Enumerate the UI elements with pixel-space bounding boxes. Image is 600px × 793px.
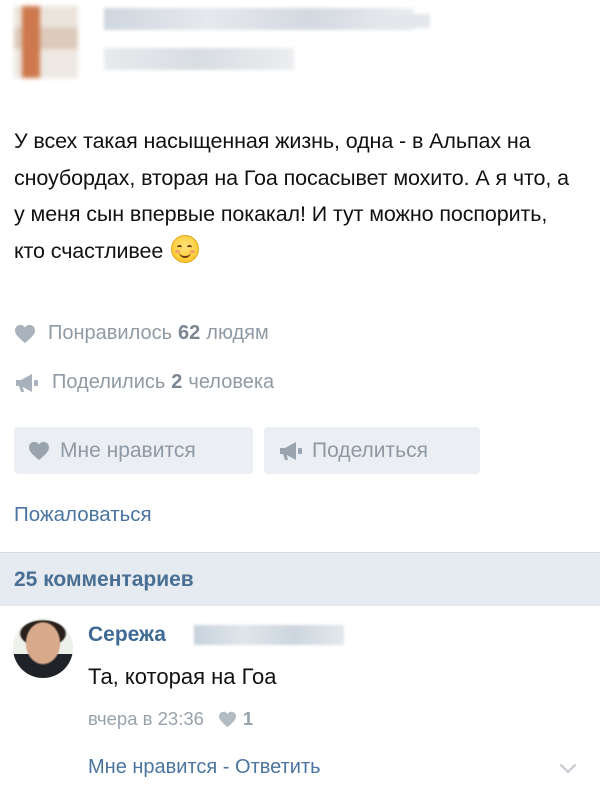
post-text-content: У всех такая насыщенная жизнь, одна - в … <box>14 129 569 263</box>
like-button[interactable]: Мне нравится <box>14 427 253 474</box>
chevron-down-icon[interactable] <box>559 759 577 777</box>
smiling-face-icon <box>171 234 200 263</box>
comment-text: Та, которая на Гоа <box>88 664 277 689</box>
comment-author-avatar[interactable] <box>13 618 73 678</box>
blurred-author-name[interactable] <box>104 8 414 30</box>
blurred-author-name-part <box>380 14 430 28</box>
blurred-author-surname[interactable] <box>194 625 344 645</box>
comment-timestamp: вчера в 23:36 <box>88 708 204 729</box>
comment-actions: Мне нравится - Ответить <box>88 756 321 779</box>
heart-icon <box>29 441 49 460</box>
share-button[interactable]: Поделиться <box>264 427 480 474</box>
shares-count: 2 <box>171 371 183 393</box>
comment-actions-separator: - <box>217 756 236 778</box>
shares-suffix: человека <box>188 371 275 393</box>
comment-meta: вчера в 23:36 1 <box>88 708 253 730</box>
comment-reply-action[interactable]: Ответить <box>235 756 321 778</box>
report-link[interactable]: Пожаловаться <box>14 503 152 527</box>
blurred-avatar[interactable] <box>14 6 78 78</box>
megaphone-icon <box>280 441 302 460</box>
likes-prefix: Понравилось <box>48 322 173 344</box>
comment-author-name[interactable]: Сережа <box>88 623 166 647</box>
shares-summary[interactable]: Поделились 2 человека <box>14 371 274 394</box>
likes-suffix: людям <box>206 322 269 344</box>
shares-prefix: Поделились <box>52 371 166 393</box>
like-button-label: Мне нравится <box>60 438 196 462</box>
post-text: У всех такая насыщенная жизнь, одна - в … <box>14 123 574 269</box>
share-button-label: Поделиться <box>312 438 428 462</box>
heart-icon <box>218 711 236 727</box>
comment-like-count: 1 <box>242 708 254 729</box>
likes-count: 62 <box>178 322 201 344</box>
post-header <box>0 0 600 95</box>
comment-like-action[interactable]: Мне нравится <box>88 756 217 778</box>
likes-summary[interactable]: Понравилось 62 людям <box>14 322 269 345</box>
blurred-post-date <box>104 48 294 70</box>
heart-icon <box>15 324 35 343</box>
comments-count-header: 25 комментариев <box>0 552 600 606</box>
megaphone-icon <box>16 373 38 392</box>
